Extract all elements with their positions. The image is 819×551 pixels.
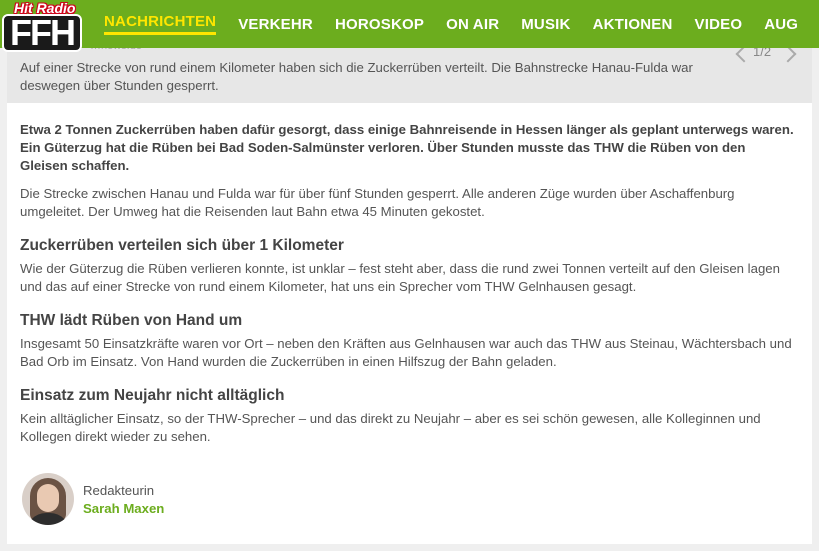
article-paragraph: Die Strecke zwischen Hanau und Fulda war…: [20, 186, 735, 219]
author-box: Redakteurin Sarah Maxen: [20, 471, 320, 531]
article-paragraph: Kein alltäglicher Einsatz, so der THW-Sp…: [20, 411, 761, 444]
chevron-right-icon[interactable]: [779, 45, 797, 63]
author-name-link[interactable]: Sarah Maxen: [83, 501, 164, 516]
nav-item-verkehr[interactable]: VERKEHR: [238, 16, 313, 33]
nav-item-truncated[interactable]: AUG: [764, 16, 798, 33]
article-lead: Etwa 2 Tonnen Zuckerrüben haben dafür ge…: [20, 122, 794, 173]
article-paragraph: Wie der Güterzug die Rüben verlieren kon…: [20, 261, 780, 294]
nav-item-aktionen[interactable]: AKTIONEN: [593, 16, 673, 33]
nav-item-video[interactable]: VIDEO: [695, 16, 743, 33]
article-subheading: THW lädt Rüben von Hand um: [20, 312, 243, 329]
article-subheading: Einsatz zum Neujahr nicht alltäglich: [20, 387, 285, 404]
author-avatar: [22, 473, 74, 525]
author-role: Redakteurin: [83, 483, 155, 498]
article-paragraph: Insgesamt 50 Einsatzkräfte waren vor Ort…: [20, 336, 792, 369]
nav-item-horoskop[interactable]: HOROSKOP: [335, 16, 424, 33]
top-navigation-bar: Hit Radio FFH NACHRICHTEN VERKEHR HOROSK…: [0, 0, 819, 52]
logo-ffh-text: FFH: [2, 14, 82, 52]
chevron-left-icon[interactable]: [735, 45, 753, 63]
ffh-logo[interactable]: Hit Radio FFH: [2, 0, 98, 52]
gallery-caption: Auf einer Strecke von rund einem Kilomet…: [20, 60, 693, 93]
nav-item-on-air[interactable]: ON AIR: [446, 16, 499, 33]
nav-item-nachrichten[interactable]: NACHRICHTEN: [104, 13, 217, 35]
nav-item-musik[interactable]: MUSIK: [521, 16, 570, 33]
article-subheading: Zuckerrüben verteilen sich über 1 Kilome…: [20, 237, 344, 254]
main-nav: NACHRICHTEN VERKEHR HOROSKOP ON AIR MUSI…: [104, 0, 819, 48]
article-body: Etwa 2 Tonnen Zuckerrüben haben dafür ge…: [20, 121, 795, 462]
